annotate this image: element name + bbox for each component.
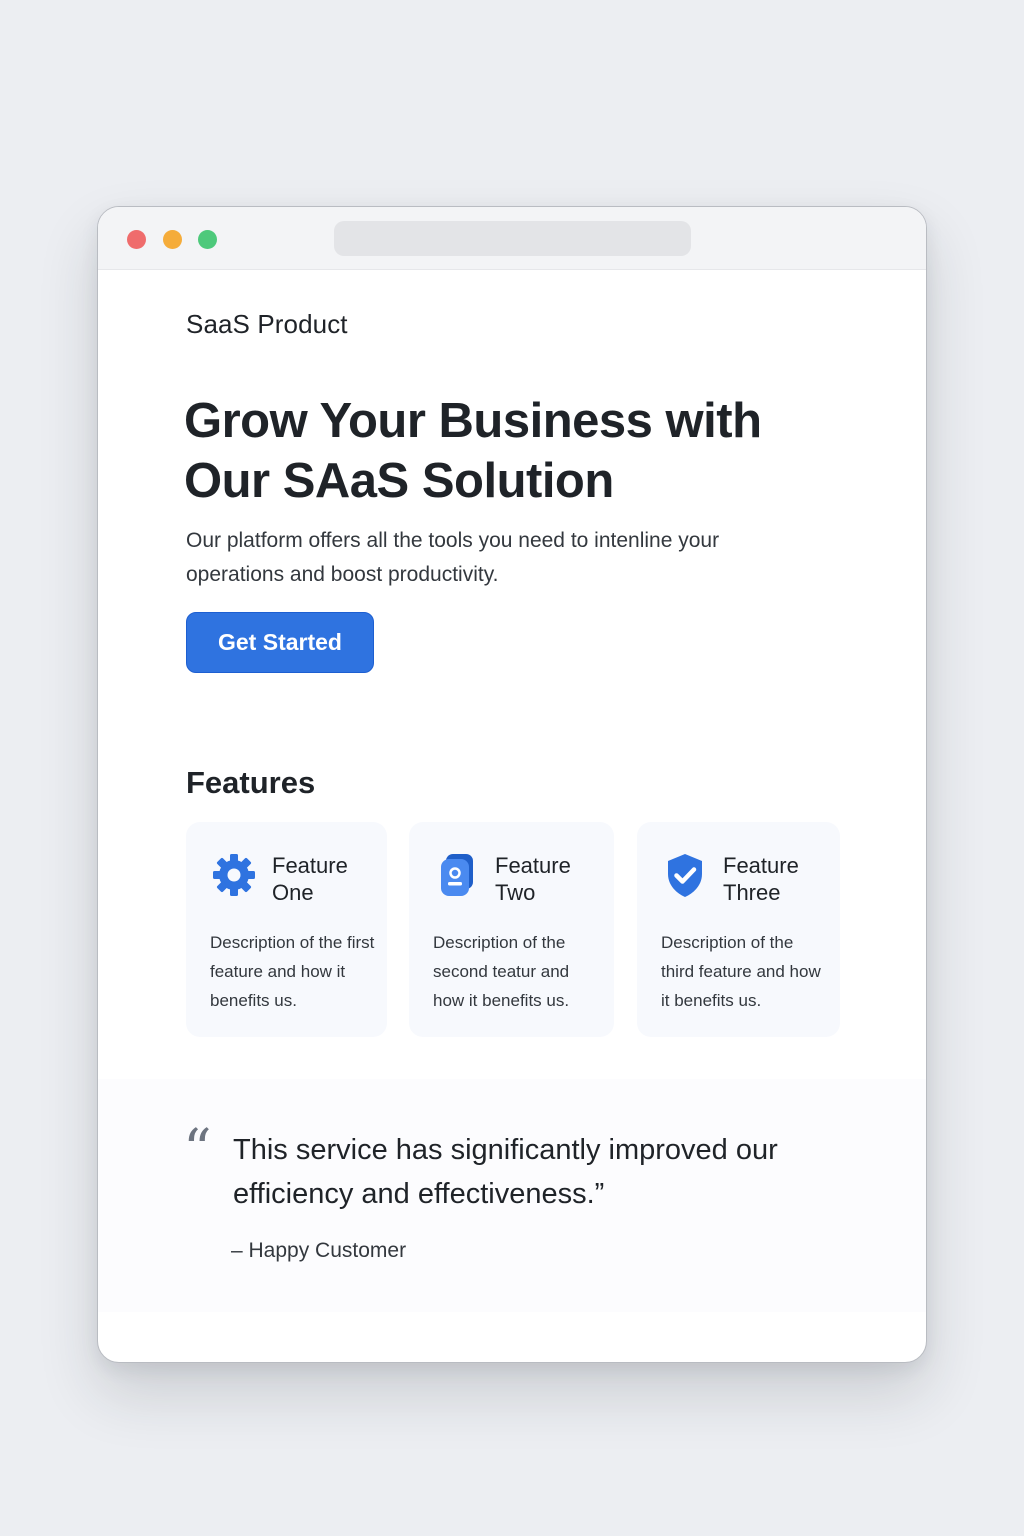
minimize-window-button[interactable] — [163, 230, 182, 249]
hero-description: Our platform offers all the tools you ne… — [186, 529, 720, 586]
maximize-window-button[interactable] — [198, 230, 217, 249]
window-titlebar — [98, 207, 926, 270]
close-window-button[interactable] — [127, 230, 146, 249]
feature-card-one: Feature One Description of the first fea… — [186, 822, 387, 1037]
document-icon — [433, 851, 481, 899]
brand-name: SaaS Product — [186, 309, 348, 339]
feature-title: Feature One — [272, 853, 348, 905]
feature-card-three: Feature Three Description of the third f… — [637, 822, 840, 1037]
browser-window: SaaS Product Grow Your Business with Our… — [97, 206, 927, 1363]
quote-mark-icon: “ — [183, 1118, 212, 1183]
shield-check-icon — [661, 851, 709, 899]
testimonial: “ This service has significantly improve… — [98, 1079, 926, 1312]
testimonial-author: – Happy Customer — [231, 1239, 407, 1262]
hero-title: Grow Your Business with Our SAaS Solutio… — [184, 394, 762, 508]
feature-description: Description of the first feature and how… — [210, 933, 375, 1010]
gear-icon — [210, 851, 258, 899]
feature-description: Description of the second teatur and how… — [433, 933, 570, 1010]
features-title: Features — [186, 765, 316, 800]
page-content: SaaS Product Grow Your Business with Our… — [98, 269, 926, 1362]
feature-card-two: Feature Two Description of the second te… — [409, 822, 614, 1037]
feature-title: Feature Two — [495, 853, 571, 905]
testimonial-quote: This service has significantly improved … — [233, 1134, 778, 1210]
address-bar[interactable] — [334, 221, 691, 256]
feature-title: Feature Three — [723, 853, 799, 905]
feature-description: Description of the third feature and how… — [661, 933, 821, 1010]
get-started-button[interactable]: Get Started — [186, 612, 374, 673]
